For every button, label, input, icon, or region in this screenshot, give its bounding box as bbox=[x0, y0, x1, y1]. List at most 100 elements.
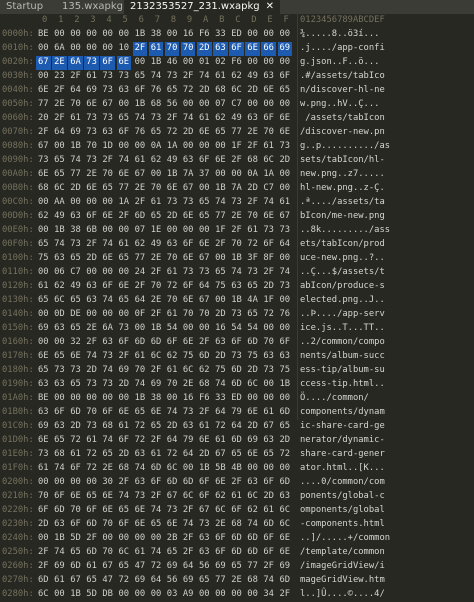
hex-byte[interactable]: 72 bbox=[70, 434, 81, 448]
hex-byte[interactable]: 6E bbox=[135, 504, 146, 518]
hex-byte[interactable]: 00 bbox=[247, 392, 258, 406]
hex-byte[interactable]: 23 bbox=[54, 70, 65, 84]
table-row[interactable]: 0140h: 00 0D DE 00 00 00 0F 2F 61 70 70 2D 73 65 72 76..… bbox=[0, 308, 474, 322]
hex-byte[interactable]: 63 bbox=[102, 126, 113, 140]
hex-byte[interactable]: 74 bbox=[54, 462, 65, 476]
hex-byte[interactable]: 00 bbox=[280, 252, 291, 266]
hex-byte[interactable]: 63 bbox=[199, 532, 210, 546]
hex-byte[interactable]: 2D bbox=[247, 182, 258, 196]
hex-byte[interactable]: 2D bbox=[70, 420, 81, 434]
close-icon[interactable]: ✕ bbox=[266, 1, 274, 12]
hex-byte[interactable]: 65 bbox=[70, 322, 81, 336]
hex-byte[interactable]: 73 bbox=[70, 364, 81, 378]
ascii-text[interactable]: ccess-tip.html.. bbox=[300, 378, 385, 392]
hex-byte[interactable]: 00 bbox=[215, 294, 226, 308]
hex-byte[interactable]: 61 bbox=[215, 434, 226, 448]
hex-byte[interactable]: 65 bbox=[119, 560, 130, 574]
hex-byte[interactable]: 00 bbox=[70, 476, 81, 490]
hex-byte[interactable]: 00 bbox=[70, 392, 81, 406]
hex-byte[interactable]: 6E bbox=[102, 504, 113, 518]
hex-byte[interactable]: 00 bbox=[119, 588, 130, 602]
hex-byte[interactable]: 00 bbox=[38, 336, 49, 350]
hex-byte[interactable]: 75 bbox=[215, 280, 226, 294]
ascii-text[interactable]: w.png..hV..Ç... bbox=[300, 98, 379, 112]
hex-byte[interactable]: 6F bbox=[100, 56, 115, 70]
hex-byte[interactable]: 61 bbox=[54, 574, 65, 588]
hex-byte[interactable]: 63 bbox=[54, 420, 65, 434]
hex-byte[interactable]: 2D bbox=[70, 182, 81, 196]
hex-byte[interactable]: 75 bbox=[215, 364, 226, 378]
table-row[interactable]: 0130h: 65 6C 65 63 74 65 64 2E 70 6E 67 00 1B 4A 1F 00 el… bbox=[0, 294, 474, 308]
table-row[interactable]: 01B0h: 63 6F 6D 70 6F 6E 65 6E 74 73 2F 64 79 6E 61 6D co… bbox=[0, 406, 474, 420]
hex-byte[interactable]: 6E bbox=[102, 210, 113, 224]
hex-byte[interactable]: 1F bbox=[215, 224, 226, 238]
hex-byte[interactable]: 2D bbox=[199, 84, 210, 98]
hex-byte[interactable]: 73 bbox=[280, 280, 291, 294]
hex-byte[interactable]: 6F bbox=[199, 154, 210, 168]
hex-byte[interactable]: BE bbox=[38, 28, 49, 42]
hex-byte[interactable]: 73 bbox=[86, 154, 97, 168]
hex-byte[interactable]: 6F bbox=[151, 476, 162, 490]
hex-byte[interactable]: 2F bbox=[151, 434, 162, 448]
hex-byte[interactable]: 68 bbox=[215, 84, 226, 98]
hex-byte[interactable]: 1B bbox=[151, 322, 162, 336]
hex-byte[interactable]: 6D bbox=[247, 532, 258, 546]
hex-byte[interactable]: 73 bbox=[86, 112, 97, 126]
hex-byte[interactable]: 00 bbox=[280, 462, 291, 476]
hex-byte[interactable]: 00 bbox=[247, 462, 258, 476]
hex-byte[interactable]: 61 bbox=[263, 406, 274, 420]
hex-byte[interactable]: 6D bbox=[280, 476, 291, 490]
tab-active-wxapkg[interactable]: 2132353527_231.wxapkg ✕ bbox=[124, 0, 280, 14]
hex-byte[interactable]: 00 bbox=[183, 462, 194, 476]
hex-byte[interactable]: 74 bbox=[231, 266, 242, 280]
hex-byte[interactable]: 6E bbox=[135, 518, 146, 532]
hex-byte[interactable]: 73 bbox=[70, 238, 81, 252]
ascii-text[interactable]: .#/assets/tabIco bbox=[300, 70, 385, 84]
hex-byte[interactable]: 61 bbox=[38, 462, 49, 476]
hex-byte[interactable]: 62 bbox=[231, 70, 242, 84]
hex-byte[interactable]: 74 bbox=[215, 196, 226, 210]
hex-byte[interactable]: 66 bbox=[261, 42, 276, 56]
hex-byte[interactable]: 6F bbox=[70, 518, 81, 532]
ascii-text[interactable]: /template/common bbox=[300, 546, 385, 560]
hex-byte[interactable]: 65 bbox=[151, 210, 162, 224]
hex-byte[interactable]: 6C bbox=[215, 504, 226, 518]
table-row[interactable]: 0030h: 00 23 2F 61 73 73 65 74 73 2F 74 61 62 49 63 6F .#… bbox=[0, 70, 474, 84]
hex-byte[interactable]: 00 bbox=[215, 588, 226, 602]
hex-byte[interactable]: 65 bbox=[199, 574, 210, 588]
hex-byte[interactable]: 6C bbox=[167, 462, 178, 476]
hex-byte[interactable]: 63 bbox=[86, 280, 97, 294]
hex-byte[interactable]: 73 bbox=[231, 350, 242, 364]
hex-byte[interactable]: 73 bbox=[280, 224, 291, 238]
hex-byte[interactable]: 74 bbox=[102, 364, 113, 378]
hex-byte[interactable]: 65 bbox=[247, 308, 258, 322]
hex-byte[interactable]: 69 bbox=[151, 378, 162, 392]
hex-byte[interactable]: 64 bbox=[167, 434, 178, 448]
hex-byte[interactable]: 68 bbox=[247, 154, 258, 168]
hex-byte[interactable]: 67 bbox=[135, 168, 146, 182]
ascii-text[interactable]: share-card-gener bbox=[300, 448, 385, 462]
hex-byte[interactable]: 1B bbox=[70, 588, 81, 602]
hex-byte[interactable]: 2F bbox=[247, 140, 258, 154]
ascii-text[interactable]: g.json..F..ö... bbox=[300, 56, 379, 70]
hex-byte[interactable]: 00 bbox=[119, 224, 130, 238]
hex-byte[interactable]: 73 bbox=[183, 266, 194, 280]
hex-byte[interactable]: 6E bbox=[215, 154, 226, 168]
hex-byte[interactable]: 6F bbox=[102, 280, 113, 294]
hex-byte[interactable]: 2D bbox=[215, 350, 226, 364]
hex-byte[interactable]: 70 bbox=[151, 182, 162, 196]
hex-byte[interactable]: 2D bbox=[119, 378, 130, 392]
hex-byte[interactable]: 2E bbox=[52, 56, 67, 70]
ascii-text[interactable]: bIcon/me-new.png bbox=[300, 210, 385, 224]
hex-byte[interactable]: 3F bbox=[247, 252, 258, 266]
hex-byte[interactable]: 6E bbox=[183, 336, 194, 350]
hex-byte[interactable]: 00 bbox=[135, 588, 146, 602]
hex-byte[interactable]: 6E bbox=[183, 210, 194, 224]
hex-byte[interactable]: 74 bbox=[135, 378, 146, 392]
ascii-text[interactable]: ic-share-card-ge bbox=[300, 420, 385, 434]
table-row[interactable]: 0020h: 67 2E 6A 73 6F 6E 00 1B 46 00 01 02 F6 00 00 00 g.… bbox=[0, 56, 474, 70]
hex-byte[interactable]: 65 bbox=[70, 378, 81, 392]
hex-byte[interactable]: 56 bbox=[167, 98, 178, 112]
hex-byte[interactable]: 2F bbox=[280, 588, 291, 602]
hex-byte[interactable]: 64 bbox=[135, 294, 146, 308]
